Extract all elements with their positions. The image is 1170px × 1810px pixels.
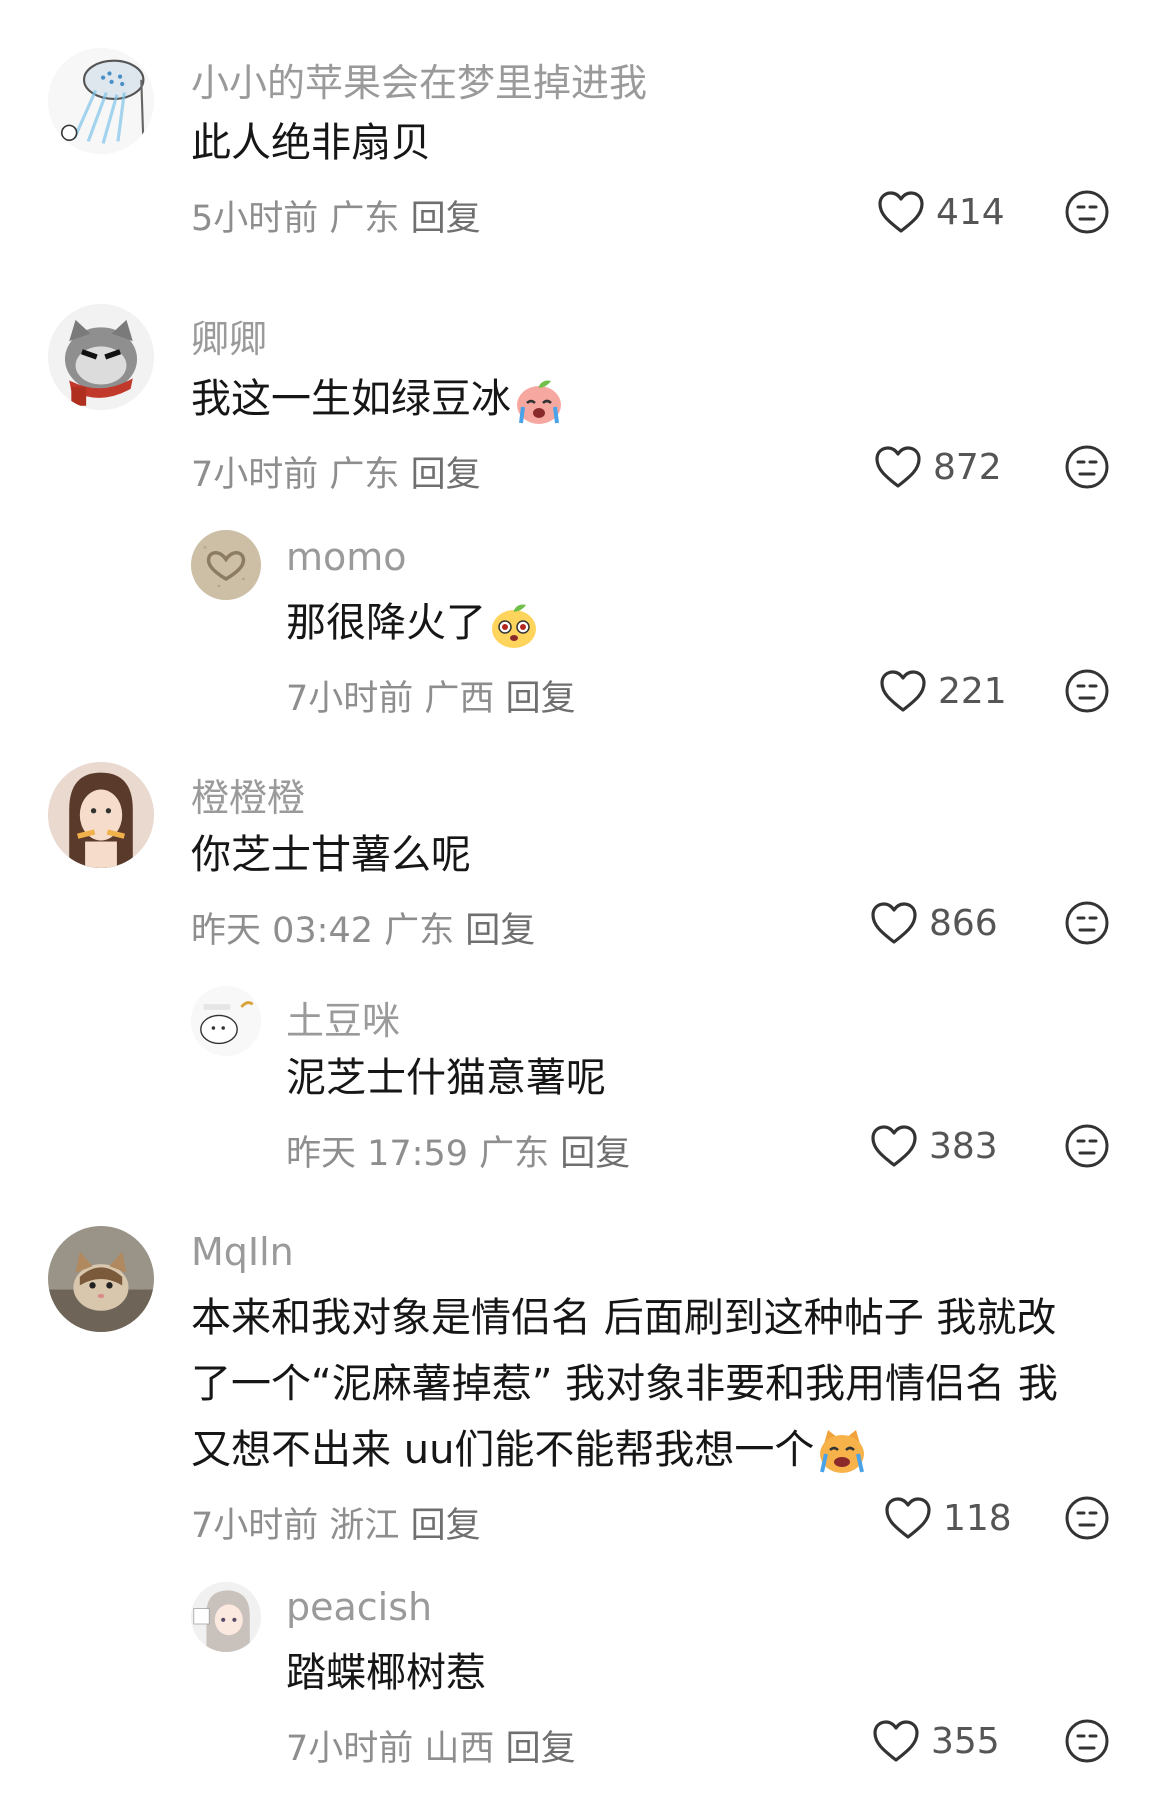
user-avatar[interactable] xyxy=(48,48,154,154)
heart-icon xyxy=(875,446,921,488)
comment-text-line: 了一个“泥麻薯掉惹” 我对象非要和我用情侣名 我 xyxy=(191,1361,1058,1407)
user-avatar[interactable] xyxy=(48,304,154,410)
dislike-face-icon[interactable] xyxy=(1064,1495,1110,1541)
like-count: 383 xyxy=(929,1125,998,1167)
comment-time: 昨天 17:59 xyxy=(286,1134,468,1174)
dislike-face-icon[interactable] xyxy=(1064,668,1110,714)
comment-text: 泥芝士什猫意薯呢 xyxy=(286,1055,606,1101)
username[interactable]: momo xyxy=(286,535,407,579)
comment-location: 广东 xyxy=(479,1134,550,1174)
username[interactable]: 土豆咪 xyxy=(286,990,400,1045)
comment-meta: 昨天 03:42 广东 回复 xyxy=(191,902,535,953)
reply-button[interactable]: 回复 xyxy=(411,1506,481,1546)
comment-text: 又想不出来 uu们能不能帮我想一个 xyxy=(191,1417,868,1483)
username[interactable]: 小小的苹果会在梦里掉进我 xyxy=(191,52,647,107)
heart-icon xyxy=(885,1497,931,1539)
like-count: 866 xyxy=(929,902,998,944)
comment-time: 7小时前 xyxy=(191,455,319,495)
comment-location: 广西 xyxy=(424,679,495,719)
user-avatar[interactable] xyxy=(48,1226,154,1332)
dislike-face-icon[interactable] xyxy=(1064,189,1110,235)
comment-time: 7小时前 xyxy=(286,679,414,719)
like-button[interactable]: 872 xyxy=(873,437,1002,497)
heart-icon xyxy=(878,191,924,233)
like-count: 221 xyxy=(938,670,1007,712)
comment-meta: 7小时前 浙江 回复 xyxy=(191,1497,481,1548)
comment-text-body: 我这一生如绿豆冰 xyxy=(191,376,511,422)
comment-meta: 昨天 17:59 广东 回复 xyxy=(286,1125,630,1176)
girl-photo-avatar-icon xyxy=(48,762,154,868)
doodle-avatar-icon xyxy=(191,986,261,1056)
comment-text-body: 那很降火了 xyxy=(286,600,486,646)
comment-text-line: 又想不出来 uu们能不能帮我想一个 xyxy=(191,1427,815,1473)
peach-face-emoji-icon xyxy=(492,604,536,648)
like-button[interactable]: 866 xyxy=(869,893,998,953)
comment-location: 山西 xyxy=(424,1729,495,1769)
like-button[interactable]: 383 xyxy=(869,1116,998,1176)
heart-icon xyxy=(880,670,926,712)
like-button[interactable]: 355 xyxy=(871,1711,1000,1771)
comment-location: 广东 xyxy=(329,199,400,239)
heart-icon xyxy=(871,1125,917,1167)
comment-time: 7小时前 xyxy=(286,1729,414,1769)
comment-meta: 7小时前 广东 回复 xyxy=(191,446,481,497)
sand-heart-avatar-icon xyxy=(191,530,261,600)
kitten-photo-avatar-icon xyxy=(48,1226,154,1332)
reply-button[interactable]: 回复 xyxy=(506,679,576,719)
user-avatar[interactable] xyxy=(191,1582,261,1652)
heart-icon xyxy=(873,1720,919,1762)
reply-button[interactable]: 回复 xyxy=(411,199,481,239)
username[interactable]: peacish xyxy=(286,1585,432,1629)
comment-text: 那很降火了 xyxy=(286,590,540,656)
like-count: 118 xyxy=(943,1497,1012,1539)
reply-button[interactable]: 回复 xyxy=(506,1729,576,1769)
comment-time: 昨天 03:42 xyxy=(191,911,373,951)
like-count: 872 xyxy=(933,446,1002,488)
comment-text: 此人绝非扇贝 xyxy=(191,120,431,166)
comment-location: 广东 xyxy=(329,455,400,495)
username[interactable]: 橙橙橙 xyxy=(191,767,305,822)
dislike-face-icon[interactable] xyxy=(1064,900,1110,946)
like-button[interactable]: 118 xyxy=(883,1488,1012,1548)
comment-meta: 5小时前 广东 回复 xyxy=(191,190,481,241)
like-button[interactable]: 414 xyxy=(876,182,1005,242)
user-avatar[interactable] xyxy=(191,986,261,1056)
comment-meta: 7小时前 广西 回复 xyxy=(286,670,576,721)
dislike-face-icon[interactable] xyxy=(1064,444,1110,490)
comment-time: 5小时前 xyxy=(191,199,319,239)
like-count: 414 xyxy=(936,191,1005,233)
dislike-face-icon[interactable] xyxy=(1064,1123,1110,1169)
like-button[interactable]: 221 xyxy=(878,661,1007,721)
reply-button[interactable]: 回复 xyxy=(411,455,481,495)
reply-button[interactable]: 回复 xyxy=(465,911,535,951)
crying-peach-emoji-icon xyxy=(517,380,561,424)
shower-cat-avatar-icon xyxy=(48,48,154,154)
comment-text: 踏蝶椰树惹 xyxy=(286,1650,486,1696)
comment-meta: 7小时前 山西 回复 xyxy=(286,1720,576,1771)
comment-text: 我这一生如绿豆冰 xyxy=(191,366,565,432)
crying-cat-emoji-icon xyxy=(820,1430,865,1473)
like-count: 355 xyxy=(931,1720,1000,1762)
heart-icon xyxy=(871,902,917,944)
username[interactable]: MqIln xyxy=(191,1230,294,1274)
grumpy-cat-avatar-icon xyxy=(48,304,154,410)
comment-location: 浙江 xyxy=(329,1506,400,1546)
user-avatar[interactable] xyxy=(48,762,154,868)
comment-location: 广东 xyxy=(384,911,455,951)
anime-girl-avatar-icon xyxy=(191,1582,261,1652)
user-avatar[interactable] xyxy=(191,530,261,600)
comment-text-line: 本来和我对象是情侣名 后面刷到这种帖子 我就改 xyxy=(191,1295,1057,1341)
username[interactable]: 卿卿 xyxy=(191,308,267,363)
comment-text: 你芝士甘薯么呢 xyxy=(191,832,471,878)
reply-button[interactable]: 回复 xyxy=(560,1134,630,1174)
comment-time: 7小时前 xyxy=(191,1506,319,1546)
dislike-face-icon[interactable] xyxy=(1064,1718,1110,1764)
